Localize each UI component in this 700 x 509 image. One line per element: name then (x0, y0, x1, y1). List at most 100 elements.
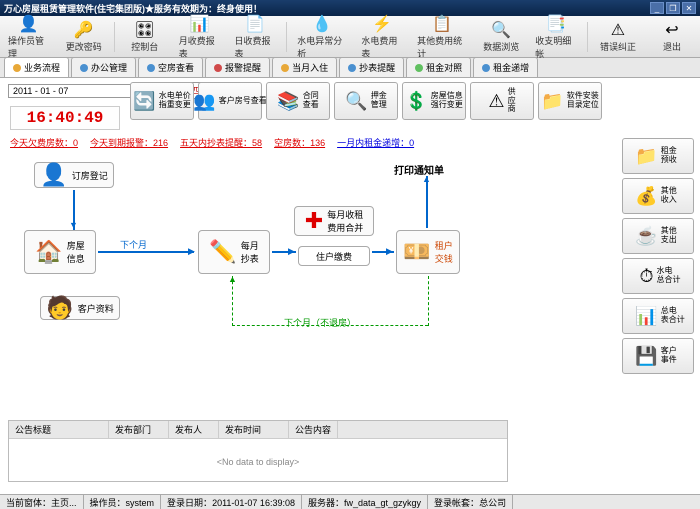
stat-link[interactable]: 空房数：136 (274, 136, 325, 149)
restore-button[interactable]: ❐ (666, 2, 680, 14)
side-租金预收[interactable]: 📁租金 预收 (622, 138, 694, 174)
side-其他支出[interactable]: ☕其他 支出 (622, 218, 694, 254)
toolbar-操作员管理[interactable]: 👤操作员管理 (4, 18, 54, 56)
stat-link[interactable]: 今天到期报警：216 (90, 136, 168, 149)
stat-line: 今天欠费房数：0 今天到期报警：216 五天内抄表提醒：58 空房数：136 一月内租金… (10, 136, 414, 149)
side-icon: ⏱ (639, 266, 653, 287)
toolbar-icon: 📑 (546, 14, 566, 34)
tab-办公管理[interactable]: 办公管理 (71, 57, 136, 77)
quick-押金管理[interactable]: 🔍押金 管理 (334, 82, 398, 120)
sidebar-actions: 📁租金 预收 💰其他 收入 ☕其他 支出 ⏱水电 总合计 📊总电 表合计 💾客户 事件 (622, 138, 694, 374)
stat-link[interactable]: 五天内抄表提醒：58 (180, 136, 262, 149)
toolbar-icon: 📄 (245, 14, 265, 34)
minimize-button[interactable]: _ (650, 2, 664, 14)
status-login-date: 登录日期：2011-01-07 16:39:08 (161, 495, 302, 509)
tab-dot-icon (348, 64, 356, 72)
announcement-panel: 公告标题发布部门发布人发布时间公告内容 <No data to display> (8, 420, 508, 482)
user-icon: 🧑 (46, 295, 73, 321)
toolbar-icon: ⚠ (608, 20, 628, 40)
flow-customer-info[interactable]: 🧑客户资料 (40, 296, 120, 320)
side-icon: 📊 (635, 306, 657, 327)
workflow-diagram: 👤订房登记 🏠房屋 信息 🧑客户资料 ✏️每月 抄表 ✚每月收租 费用合并 住户… (10, 156, 510, 416)
side-icon: 💾 (635, 346, 657, 367)
status-operator: 操作员：system (84, 495, 162, 509)
toolbar-icon: 🔑 (74, 20, 94, 40)
tab-dot-icon (281, 64, 289, 72)
toolbar-水电费用表[interactable]: ⚡水电费用表 (357, 18, 407, 56)
status-server: 服务器：fw_data_gt_gzykgy (302, 495, 428, 509)
tab-业务流程[interactable]: 业务流程 (4, 57, 69, 77)
quick-icon: 🔄 (133, 91, 155, 112)
flow-booking[interactable]: 👤订房登记 (34, 162, 114, 188)
toolbar-icon: 🔍 (491, 20, 511, 40)
stat-link[interactable]: 今天欠费房数：0 (10, 136, 78, 149)
quick-供应商[interactable]: ⚠供 应 商 (470, 82, 534, 120)
plus-icon: ✚ (305, 208, 323, 234)
flow-monthly-meter[interactable]: ✏️每月 抄表 (198, 230, 270, 274)
flow-merge-fees[interactable]: ✚每月收租 费用合并 (294, 206, 374, 236)
close-button[interactable]: ✕ (682, 2, 696, 14)
quick-合同查看[interactable]: 📚合同 查看 (266, 82, 330, 120)
announce-col: 发布时间 (219, 421, 289, 438)
status-bar: 当前窗体：主页... 操作员：system 登录日期：2011-01-07 16… (0, 494, 700, 509)
toolbar-数据浏览[interactable]: 🔍数据浏览 (477, 18, 525, 56)
person-icon: 👤 (40, 162, 67, 188)
flow-print-label: 打印通知单 (394, 162, 444, 177)
status-account: 登录帐套：总公司 (428, 495, 513, 509)
quick-icon: 📚 (277, 91, 299, 112)
announce-col: 公告内容 (289, 421, 338, 438)
announce-col: 发布人 (169, 421, 219, 438)
toolbar-icon: 📊 (190, 14, 210, 34)
toolbar-水电异常分析[interactable]: 💧水电异常分析 (293, 18, 351, 56)
announce-header: 公告标题发布部门发布人发布时间公告内容 (9, 421, 507, 439)
side-水电总合计[interactable]: ⏱水电 总合计 (622, 258, 694, 294)
side-总电表合计[interactable]: 📊总电 表合计 (622, 298, 694, 334)
quick-房屋信息强行变更[interactable]: 💲房屋信息 强行变更 (402, 82, 466, 120)
workarea: 庚寅腊月初四 🔄水电单价 指重变更👥客户房号查看📚合同 查看🔍押金 管理💲房屋信… (0, 78, 700, 494)
tab-空房查看[interactable]: 空房查看 (138, 57, 203, 77)
tab-strip: 业务流程办公管理空房查看报警提醒当月入住抄表提醒租金对照租金递增 (0, 58, 700, 78)
tab-租金对照[interactable]: 租金对照 (406, 57, 471, 77)
announce-empty: <No data to display> (9, 439, 507, 485)
flow-house-info[interactable]: 🏠房屋 信息 (24, 230, 96, 274)
quick-icon: ⚠ (488, 91, 504, 112)
side-icon: 📁 (635, 146, 657, 167)
flow-tenant-pay[interactable]: 住户缴费 (298, 246, 370, 266)
date-input[interactable] (8, 84, 135, 98)
tab-抄表提醒[interactable]: 抄表提醒 (339, 57, 404, 77)
arrow-label-next1: 下个月 (120, 238, 147, 251)
toolbar-icon: 🎛 (135, 20, 155, 40)
toolbar-月收费报表[interactable]: 📊月收费报表 (175, 18, 225, 56)
toolbar-其他费用统计[interactable]: 📋其他费用统计 (413, 18, 471, 56)
quick-icon: 👥 (193, 91, 215, 112)
arrow-label-next2: 下个月（不退房） (284, 316, 356, 329)
quick-水电单价指重变更[interactable]: 🔄水电单价 指重变更 (130, 82, 194, 120)
stat-link[interactable]: 一月内租金递增：0 (337, 136, 414, 149)
announce-col: 公告标题 (9, 421, 109, 438)
toolbar-收支明细帐[interactable]: 📑收支明细帐 (531, 18, 581, 56)
toolbar-更改密码[interactable]: 🔑更改密码 (60, 18, 108, 56)
quick-软件安装目录定位[interactable]: 📁软件安装 目录定位 (538, 82, 602, 120)
quick-客户房号查看[interactable]: 👥客户房号查看 (198, 82, 262, 120)
toolbar-退出[interactable]: ↩退出 (648, 18, 696, 56)
main-toolbar: 👤操作员管理🔑更改密码 🎛控制台📊月收费报表📄日收费报表 💧水电异常分析⚡水电费用表… (0, 16, 700, 58)
tab-租金递增[interactable]: 租金递增 (473, 57, 538, 77)
pencil-icon: ✏️ (209, 239, 236, 265)
toolbar-icon: 👤 (19, 14, 39, 34)
tab-dot-icon (13, 64, 21, 72)
tab-报警提醒[interactable]: 报警提醒 (205, 57, 270, 77)
yen-icon: 💴 (403, 239, 430, 265)
toolbar-icon: ⚡ (372, 14, 392, 34)
side-客户事件[interactable]: 💾客户 事件 (622, 338, 694, 374)
tab-dot-icon (80, 64, 88, 72)
quick-icon: 🔍 (345, 91, 367, 112)
toolbar-控制台[interactable]: 🎛控制台 (121, 18, 169, 56)
toolbar-错误纠正[interactable]: ⚠错误纠正 (594, 18, 642, 56)
tab-当月入住[interactable]: 当月入住 (272, 57, 337, 77)
side-其他收入[interactable]: 💰其他 收入 (622, 178, 694, 214)
clock-display: 16:40:49 (10, 106, 120, 130)
quick-action-bar: 🔄水电单价 指重变更👥客户房号查看📚合同 查看🔍押金 管理💲房屋信息 强行变更⚠… (130, 82, 602, 120)
toolbar-日收费报表[interactable]: 📄日收费报表 (230, 18, 280, 56)
flow-pay-money[interactable]: 💴租户 交钱 (396, 230, 460, 274)
tab-dot-icon (147, 64, 155, 72)
